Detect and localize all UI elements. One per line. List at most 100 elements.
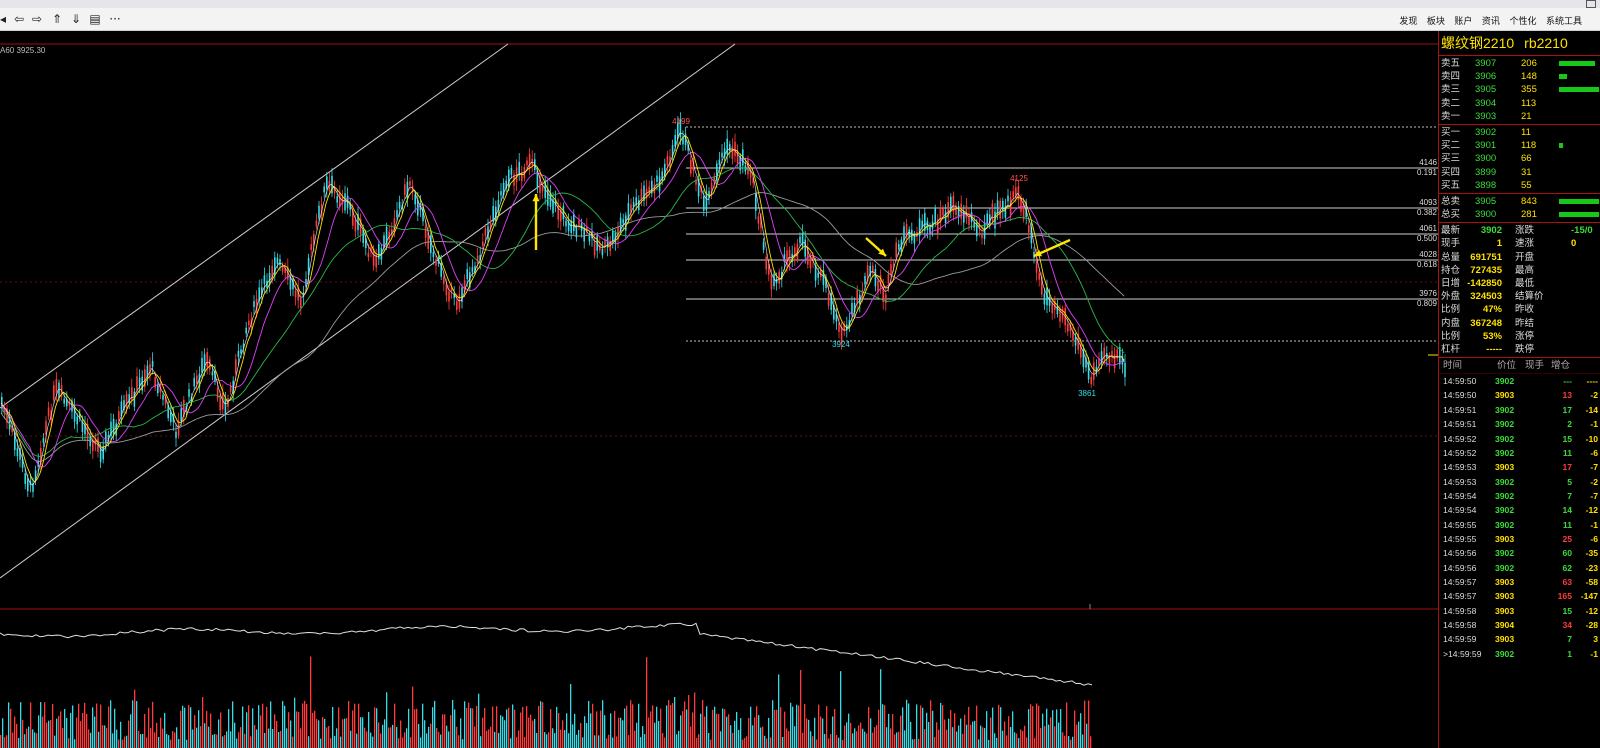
volume-bar xyxy=(596,711,598,748)
volume-bar xyxy=(822,718,824,748)
left-arrow-icon[interactable]: ⇦ xyxy=(12,12,26,26)
depth-row[interactable]: 卖一 3903 21 xyxy=(1439,110,1600,123)
volume-bar xyxy=(152,701,154,748)
volume-bar xyxy=(770,737,772,748)
back-arrow-icon[interactable]: ◂ xyxy=(0,12,10,26)
menu-news[interactable]: 资讯 xyxy=(1482,16,1500,26)
depth-row[interactable]: 卖三 3905 355 xyxy=(1439,83,1600,96)
tick-volume: 7 xyxy=(1567,634,1572,645)
tick-row[interactable]: 14:59:57 3903 165 -147 xyxy=(1439,589,1600,603)
candle xyxy=(856,290,858,304)
tick-row[interactable]: 14:59:55 3903 25 -6 xyxy=(1439,532,1600,546)
kline-svg[interactable]: 41460.191 40930.382 40610.500 40280.618 3976… xyxy=(0,31,1438,748)
tick-row[interactable]: 14:59:53 3903 17 -7 xyxy=(1439,460,1600,474)
tick-row[interactable]: 14:59:52 3902 15 -10 xyxy=(1439,432,1600,446)
candle xyxy=(216,388,219,399)
volume-bar xyxy=(204,723,206,748)
menu-account[interactable]: 账户 xyxy=(1454,16,1472,26)
volume-bar xyxy=(462,739,464,748)
tick-row[interactable]: 14:59:58 3904 34 -28 xyxy=(1439,618,1600,632)
tick-time: 14:59:52 xyxy=(1443,447,1477,458)
depth-row[interactable]: 卖五 3907 206 xyxy=(1439,57,1600,70)
tick-row[interactable]: 14:59:52 3902 11 -6 xyxy=(1439,446,1600,460)
more-icon[interactable]: ··· xyxy=(108,12,122,26)
menu-personalize[interactable]: 个性化 xyxy=(1509,16,1536,26)
volume-bar xyxy=(742,739,744,748)
volume-bar xyxy=(832,716,834,748)
volume-bar xyxy=(976,705,978,748)
volume-bar xyxy=(808,719,810,748)
depth-volume: 206 xyxy=(1521,58,1537,69)
volume-bar xyxy=(494,731,496,748)
volume-bar xyxy=(556,706,558,748)
depth-row[interactable]: 买四 3899 31 xyxy=(1439,166,1600,179)
volume-bar xyxy=(44,702,46,748)
depth-row[interactable]: 卖二 3904 113 xyxy=(1439,97,1600,110)
volume-bar xyxy=(780,707,782,748)
volume-bar xyxy=(968,706,970,748)
double-down-icon[interactable]: ⇓ xyxy=(69,12,83,26)
tick-row[interactable]: 14:59:56 3902 62 -23 xyxy=(1439,561,1600,575)
tick-row[interactable]: 14:59:50 3903 13 -2 xyxy=(1439,388,1600,402)
depth-row[interactable]: 卖四 3906 148 xyxy=(1439,70,1600,83)
tick-time: 14:59:51 xyxy=(1443,404,1477,415)
volume-bar xyxy=(340,736,342,748)
tick-row[interactable]: 14:59:57 3903 63 -58 xyxy=(1439,575,1600,589)
tick-row[interactable]: 14:59:50 3902 --- ---- xyxy=(1439,374,1600,388)
tick-row[interactable]: >14:59:59 3902 1 -1 xyxy=(1439,647,1600,661)
window-restore-icon[interactable] xyxy=(1586,0,1596,8)
volume-bar xyxy=(150,728,152,748)
candle xyxy=(162,394,164,400)
fib-price: 4093 xyxy=(1419,198,1437,207)
kline-chart[interactable]: 4146 0.191 4093 0.382 4061 0.500 4028 0.618 3976… xyxy=(0,31,1438,748)
depth-volume: 281 xyxy=(1521,209,1537,221)
volume-bar xyxy=(512,704,514,748)
tick-header-time: 时间 xyxy=(1443,360,1463,372)
tick-row[interactable]: 14:59:59 3903 7 3 xyxy=(1439,632,1600,646)
volume-bar xyxy=(250,736,252,748)
volume-bar xyxy=(544,732,546,748)
depth-row[interactable]: 总买 3900 281 xyxy=(1439,208,1600,221)
volume-bar xyxy=(300,728,302,748)
layout-icon[interactable]: ▤ xyxy=(88,12,102,26)
depth-row[interactable]: 买五 3898 55 xyxy=(1439,179,1600,192)
depth-row[interactable]: 总卖 3905 843 xyxy=(1439,195,1600,208)
tick-row[interactable]: 14:59:53 3902 5 -2 xyxy=(1439,475,1600,489)
candle xyxy=(1067,323,1069,332)
volume-bar xyxy=(578,729,580,748)
volume-bar xyxy=(244,733,246,748)
volume-bar xyxy=(522,706,524,748)
menu-sectors[interactable]: 板块 xyxy=(1427,16,1445,26)
volume-bar xyxy=(496,706,498,748)
channel-lower xyxy=(0,43,736,579)
tick-list[interactable]: 14:59:50 3902 --- ---- 14:59:50 3903 13 -… xyxy=(1439,374,1600,661)
depth-label: 买二 xyxy=(1441,140,1461,152)
volume-bar xyxy=(930,700,932,748)
volume-bar xyxy=(958,725,960,748)
volume-bar xyxy=(130,714,132,748)
depth-price: 3900 xyxy=(1475,209,1497,221)
volume-bar xyxy=(284,705,286,748)
tick-row[interactable]: 14:59:51 3902 2 -1 xyxy=(1439,417,1600,431)
volume-bar xyxy=(1062,732,1064,748)
depth-row[interactable]: 买二 3901 118 xyxy=(1439,139,1600,152)
volume-bar xyxy=(290,720,292,748)
volume-bar xyxy=(972,721,974,748)
depth-row[interactable]: 买一 3902 11 xyxy=(1439,126,1600,139)
tick-row[interactable]: 14:59:58 3903 15 -12 xyxy=(1439,604,1600,618)
right-arrow-icon[interactable]: ⇨ xyxy=(30,12,44,26)
tick-row[interactable]: 14:59:55 3902 11 -1 xyxy=(1439,518,1600,532)
tick-row[interactable]: 14:59:51 3902 17 -14 xyxy=(1439,403,1600,417)
volume-bar xyxy=(602,700,604,748)
menu-system-tools[interactable]: 系统工具 xyxy=(1546,16,1582,26)
tick-row[interactable]: 14:59:56 3902 60 -35 xyxy=(1439,546,1600,560)
tick-row[interactable]: 14:59:54 3902 14 -12 xyxy=(1439,503,1600,517)
menu-discover[interactable]: 发现 xyxy=(1399,16,1417,26)
volume-bar xyxy=(844,725,846,748)
candle xyxy=(762,242,765,250)
volume-bar xyxy=(668,700,670,748)
tick-row[interactable]: 14:59:54 3902 7 -7 xyxy=(1439,489,1600,503)
volume-bar xyxy=(1056,709,1058,748)
double-up-icon[interactable]: ⇑ xyxy=(50,12,64,26)
depth-row[interactable]: 买三 3900 66 xyxy=(1439,152,1600,165)
